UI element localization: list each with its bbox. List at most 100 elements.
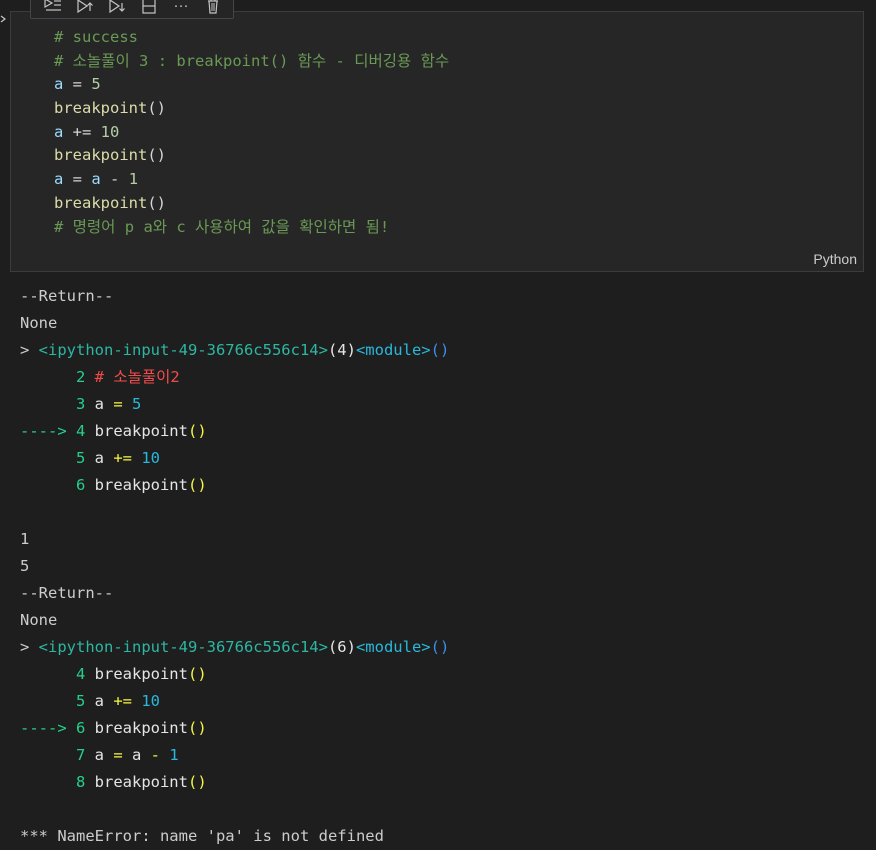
code-line: breakpoint() (54, 192, 449, 216)
output-line: 6 breakpoint() (20, 472, 449, 499)
code-line: a = a - 1 (54, 168, 449, 192)
token: 5 (20, 557, 30, 575)
output-line: 5 a += 10 (20, 688, 449, 715)
delete-cell-button[interactable] (197, 0, 229, 16)
output-line: 8 breakpoint() (20, 769, 449, 796)
output-line: None (20, 310, 449, 337)
more-actions-icon: ··· (173, 0, 189, 14)
token: 5 (91, 75, 101, 94)
token: () (147, 99, 166, 118)
output-line: 1 (20, 526, 449, 553)
token: breakpoint (94, 665, 188, 683)
run-by-line-icon (44, 0, 61, 11)
token: 3 (20, 395, 95, 413)
token: ----> 4 (20, 422, 95, 440)
more-actions-button[interactable]: ··· (165, 0, 197, 16)
token: --Return-- (20, 287, 114, 305)
collapse-cell-chevron-icon[interactable] (0, 14, 6, 24)
token: a (54, 170, 64, 189)
token: <module> (355, 638, 431, 656)
code-line: a += 10 (54, 121, 449, 145)
token: <ipython-input-49-36766c556c14> (38, 638, 328, 656)
output-line: 3 a = 5 (20, 391, 449, 418)
cell-language-badge[interactable]: Python (813, 251, 857, 267)
token: = (113, 746, 123, 764)
token: () (187, 719, 207, 737)
token: () (187, 665, 207, 683)
output-line: 5 (20, 553, 449, 580)
token: a (54, 75, 64, 94)
token: 7 (20, 746, 95, 764)
token: () (430, 341, 450, 359)
token: breakpoint (54, 99, 148, 118)
token: > (20, 341, 39, 359)
output-line (20, 796, 449, 823)
token: () (147, 193, 166, 212)
token: 1 (20, 530, 30, 548)
token: <module> (355, 341, 431, 359)
split-cell-icon (142, 0, 156, 14)
token: a (54, 122, 64, 141)
token: breakpoint (54, 146, 148, 165)
token: a (94, 746, 114, 764)
output-line: 4 breakpoint() (20, 661, 449, 688)
token: --Return-- (20, 584, 114, 602)
token: 10 (141, 449, 161, 467)
token: > (20, 638, 39, 656)
token: # 명령어 p a와 c 사용하여 값을 확인하면 됨! (54, 217, 390, 236)
token: <ipython-input-49-36766c556c14> (38, 341, 328, 359)
token: 1 (128, 170, 139, 189)
output-line: ----> 4 breakpoint() (20, 418, 449, 445)
code-line: breakpoint() (54, 97, 449, 121)
token: breakpoint (94, 476, 188, 494)
code-line: # 소놀풀이 3 : breakpoint() 함수 - 디버깅용 함수 (54, 50, 449, 74)
token: a (122, 746, 151, 764)
output-line: --Return-- (20, 580, 449, 607)
code-line: breakpoint() (54, 144, 449, 168)
token: a (94, 449, 114, 467)
run-by-line-button[interactable] (37, 0, 69, 16)
token: ----> 6 (20, 719, 95, 737)
token: # 소놀풀이 3 : breakpoint() 함수 - 디버깅용 함수 (54, 51, 450, 70)
token: a (94, 395, 114, 413)
token: (6) (327, 638, 356, 656)
execute-above-button[interactable] (69, 0, 101, 16)
code-cell-editor[interactable]: # success # 소놀풀이 3 : breakpoint() 함수 - 디버… (10, 11, 864, 272)
token: 5 (20, 449, 95, 467)
output-line: *** NameError: name 'pa' is not defined (20, 823, 449, 850)
token: 5 (20, 692, 95, 710)
token: () (187, 422, 207, 440)
output-line (20, 499, 449, 526)
code-line: # 명령어 p a와 c 사용하여 값을 확인하면 됨! (54, 216, 449, 240)
token: = (63, 170, 92, 189)
token: += (63, 122, 101, 141)
token: 6 (20, 476, 95, 494)
execute-above-icon (77, 0, 93, 13)
output-line: 2 # 소놀풀이2 (20, 364, 449, 391)
token: 5 (132, 395, 142, 413)
token: 8 (20, 773, 95, 791)
output-line: None (20, 607, 449, 634)
delete-cell-icon (208, 0, 218, 14)
output-line: ----> 6 breakpoint() (20, 715, 449, 742)
token: None (20, 611, 58, 629)
token: - (150, 746, 161, 764)
token: = (63, 75, 92, 94)
token: () (187, 773, 207, 791)
token: None (20, 314, 58, 332)
cell-output: --Return-- None > <ipython-input-49-36766c… (20, 283, 449, 850)
output-line: 7 a = a - 1 (20, 742, 449, 769)
token: (4) (327, 341, 356, 359)
token: breakpoint (94, 719, 188, 737)
code-line: # success (54, 26, 449, 50)
token: = (113, 395, 123, 413)
token: # 소놀풀이2 (94, 368, 180, 386)
execute-below-button[interactable] (101, 0, 133, 16)
token: a (91, 170, 101, 189)
split-cell-button[interactable] (133, 0, 165, 16)
execute-below-icon (109, 0, 125, 13)
token: breakpoint (54, 193, 148, 212)
